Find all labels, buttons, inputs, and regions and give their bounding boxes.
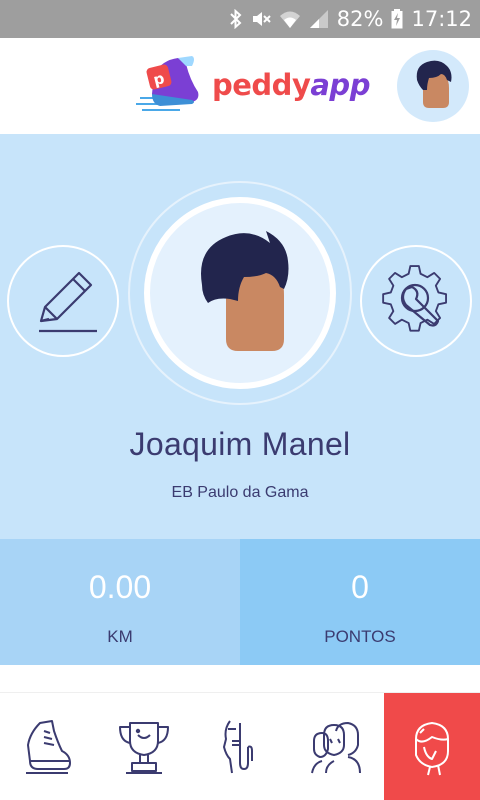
tab-walk[interactable] — [0, 693, 96, 800]
edit-profile-button[interactable] — [7, 245, 119, 357]
tab-group[interactable] — [288, 693, 384, 800]
wifi-icon — [279, 11, 300, 28]
battery-charging-icon — [391, 9, 403, 29]
gear-wrench-icon — [382, 265, 447, 332]
profile-avatar-icon — [201, 231, 289, 351]
settings-button[interactable] — [360, 245, 472, 357]
distance-value: 0.00 — [88, 569, 152, 605]
tab-profile[interactable] — [384, 693, 480, 800]
peddyapp-logo: p peddyapp — [134, 52, 370, 118]
group-icon — [311, 722, 361, 774]
trophy-icon — [119, 722, 169, 774]
points-label: PONTOS — [324, 627, 396, 646]
tab-silence[interactable] — [192, 693, 288, 800]
bottom-navigation — [0, 692, 480, 800]
app-header: p peddyapp — [0, 38, 480, 134]
logo-wordmark: peddyapp — [212, 68, 370, 102]
status-bar: 82% 17:12 — [0, 0, 480, 38]
profile-avatar — [144, 197, 336, 389]
spacer — [0, 665, 480, 692]
stats-panel: 0.00 KM 0 PONTOS — [0, 539, 480, 665]
user-avatar-icon — [416, 60, 452, 108]
points-value: 0 — [351, 569, 369, 605]
status-icons: 82% 17:12 — [229, 0, 472, 38]
header-avatar[interactable] — [397, 50, 469, 122]
tab-trophy[interactable] — [96, 693, 192, 800]
signal-icon — [309, 10, 328, 28]
clock: 17:12 — [411, 7, 472, 31]
distance-label: KM — [107, 627, 133, 646]
points-stat: 0 PONTOS — [240, 539, 480, 665]
distance-stat: 0.00 KM — [0, 539, 240, 665]
battery-percent: 82% — [336, 7, 384, 31]
walking-shoe-icon — [26, 720, 71, 774]
mute-icon — [252, 12, 271, 26]
user-school: EB Paulo da Gama — [171, 484, 309, 501]
pencil-icon — [39, 271, 97, 333]
sneaker-logo-icon: p — [136, 56, 199, 111]
logo-text-peddy: peddy — [212, 68, 311, 102]
logo-text-app: app — [310, 68, 370, 102]
user-name: Joaquim Manel — [129, 426, 351, 462]
quiet-gesture-icon — [223, 720, 253, 774]
profile-section: Joaquim Manel EB Paulo da Gama — [0, 134, 480, 539]
bluetooth-icon — [230, 9, 242, 29]
profile-icon — [415, 722, 449, 776]
